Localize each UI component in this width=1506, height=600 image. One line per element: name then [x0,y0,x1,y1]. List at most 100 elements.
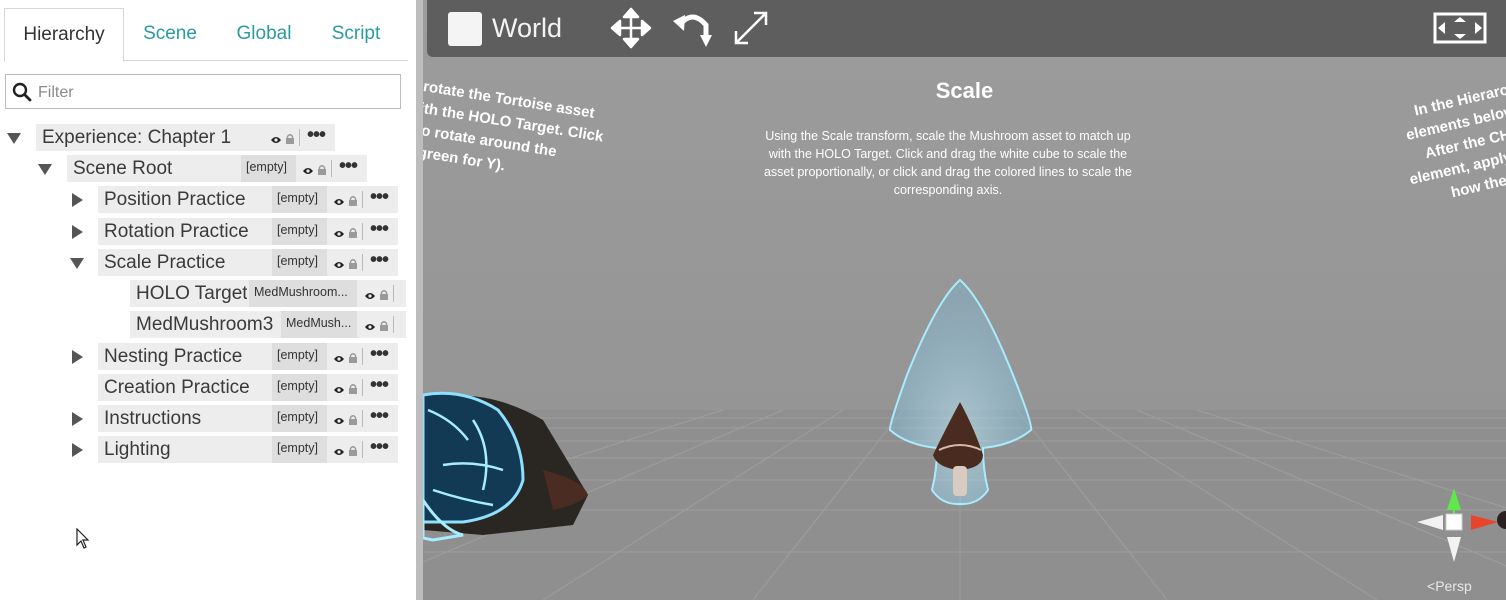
eye-icon[interactable] [333,351,345,369]
tree-row-separator [299,129,300,146]
tree-row-separator [362,379,363,396]
tree-row-label: HOLO Target [136,283,247,304]
tree-row-label: Experience: Chapter 1 [42,127,232,148]
lock-icon[interactable] [348,412,358,430]
more-options-icon[interactable]: ••• [370,343,389,370]
caret-right-icon[interactable] [69,411,85,427]
lock-icon[interactable] [348,381,358,399]
lock-icon[interactable] [379,318,389,336]
caret-right-icon[interactable] [69,224,85,240]
tree-row-label: Creation Practice [104,377,250,398]
lock-icon[interactable] [348,225,358,243]
tree-row[interactable]: Experience: Chapter 1 ••• [0,124,406,152]
more-options-icon[interactable]: ••• [339,155,358,182]
eye-icon[interactable] [364,319,376,337]
tree-row[interactable]: Scale Practice [empty] ••• [0,249,406,277]
more-options-icon[interactable]: ••• [370,374,389,401]
tree-row[interactable]: Nesting Practice [empty] ••• [0,343,406,371]
tree-row-component-tag: [empty] [272,249,327,276]
tab-scene[interactable]: Scene [124,8,216,60]
search-icon [12,82,32,102]
eye-icon[interactable] [333,413,345,431]
lock-icon[interactable] [348,443,358,461]
tree-row-label: Scale Practice [104,252,226,273]
lock-icon[interactable] [348,193,358,211]
more-options-icon[interactable]: ••• [370,249,389,276]
caret-right-icon[interactable] [69,349,85,365]
filter-input[interactable] [36,79,390,106]
tree-row[interactable]: HOLO Target MedMushroom... [0,280,406,308]
panel-divider[interactable] [416,0,423,600]
more-options-icon[interactable]: ••• [370,186,389,213]
tree-row-separator [362,191,363,208]
tree-row-label: Rotation Practice [104,221,249,242]
eye-icon[interactable] [333,444,345,462]
tree-row[interactable]: Instructions [empty] ••• [0,405,406,433]
fullscreen-icon[interactable] [1433,12,1487,44]
caret-right-icon[interactable] [69,442,85,458]
projection-label: Persp [1435,578,1472,594]
tree-row-component-tag: [empty] [272,374,327,401]
more-options-icon[interactable]: ••• [307,124,326,151]
eye-icon[interactable] [364,288,376,306]
tree-row-label: Nesting Practice [104,346,243,367]
tree-row-separator [331,160,332,177]
tree-row-component-tag: [empty] [272,343,327,370]
tree-row[interactable]: Position Practice [empty] ••• [0,186,406,214]
tab-hierarchy[interactable]: Hierarchy [4,8,124,62]
tree-row-component-tag: [empty] [272,405,327,432]
mouse-cursor-icon [76,528,90,549]
tree-row-separator [362,348,363,365]
eye-icon[interactable] [302,163,314,181]
more-options-icon[interactable]: ••• [370,218,389,245]
filter-box [5,74,401,109]
tree-row-separator [393,285,394,302]
tree-row-label: MedMushroom3 [136,314,274,335]
tree-row-component-tag: MedMushroom... [249,280,357,307]
projection-toggle[interactable]: <Persp [1427,578,1472,594]
tree-row-component-tag: [empty] [272,436,327,463]
chevron-left-icon: < [1427,578,1436,594]
caret-right-icon[interactable] [69,192,85,208]
tree-row-separator [362,410,363,427]
tree-row[interactable]: Lighting [empty] ••• [0,436,406,464]
eye-icon[interactable] [333,382,345,400]
lock-icon[interactable] [317,162,327,180]
tree-row-label: Lighting [104,439,171,460]
more-options-icon[interactable]: ••• [370,405,389,432]
tree-row[interactable]: MedMushroom3 MedMush... [0,311,406,339]
world-space-label: World [492,13,563,43]
lock-icon[interactable] [379,287,389,305]
lock-icon[interactable] [348,256,358,274]
lock-icon[interactable] [348,350,358,368]
tab-global[interactable]: Global [218,8,310,60]
tree-row[interactable]: Rotation Practice [empty] ••• [0,218,406,246]
caret-down-icon[interactable] [37,161,53,177]
tree-row-component-tag: [empty] [272,186,327,213]
panel-tabs: Hierarchy Scene Global Script [4,8,408,62]
tree-row-component-tag: [empty] [241,155,296,182]
tab-script[interactable]: Script [312,8,400,60]
tree-row-separator [362,441,363,458]
tree-row-label: Position Practice [104,189,246,210]
tree-row-label: Instructions [104,408,202,429]
tree-row[interactable]: Creation Practice [empty] ••• [0,374,406,402]
move-tool-icon[interactable] [610,7,652,49]
caret-down-icon[interactable] [6,130,22,146]
scale-tool-icon[interactable] [730,7,772,49]
tree-row-separator [393,316,394,333]
caret-down-icon[interactable] [69,255,85,271]
eye-icon[interactable] [333,226,345,244]
rotate-tool-icon[interactable] [670,7,716,51]
world-space-checkbox[interactable] [448,12,482,46]
viewport-toolbar: World [427,0,1506,57]
eye-icon[interactable] [270,132,282,150]
eye-icon[interactable] [333,257,345,275]
lock-icon[interactable] [285,131,295,149]
tree-row-component-tag: MedMush... [281,311,357,338]
eye-icon[interactable] [333,194,345,212]
tree-row-component-tag: [empty] [272,218,327,245]
scene-viewport[interactable]: rotate the Tortoise asset ith the HOLO T… [423,0,1506,600]
tree-row[interactable]: Scene Root [empty] ••• [0,155,406,183]
more-options-icon[interactable]: ••• [370,436,389,463]
